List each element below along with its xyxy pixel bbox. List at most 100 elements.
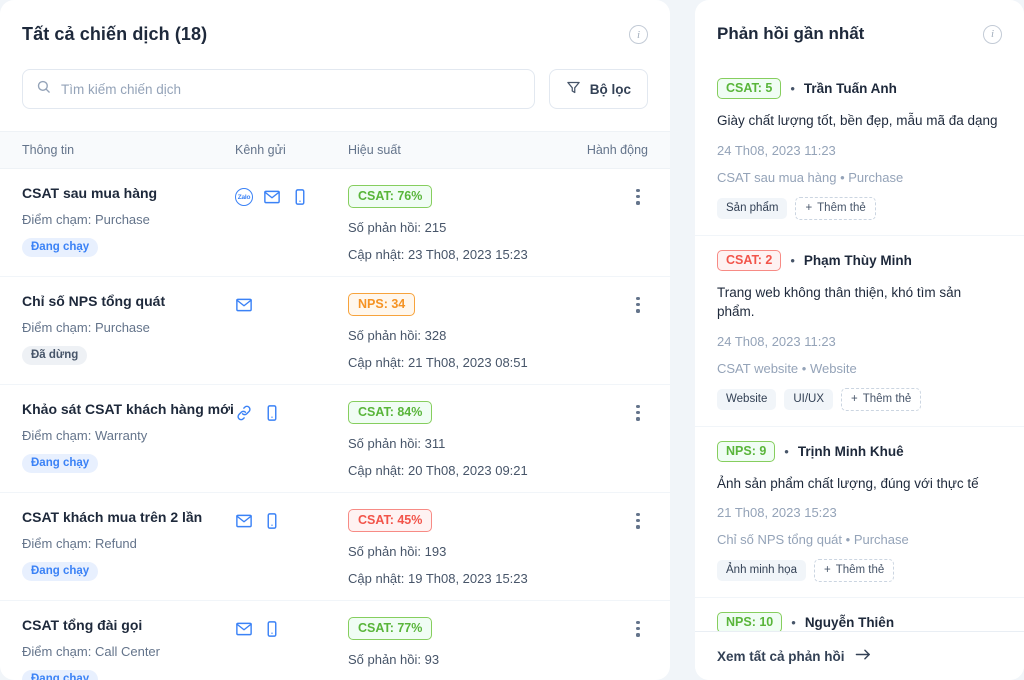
kebab-menu-icon[interactable] bbox=[628, 617, 648, 637]
feedback-date: 21 Th08, 2023 15:23 bbox=[717, 505, 1002, 520]
search-box[interactable] bbox=[22, 69, 535, 109]
feedback-comment: Giày chất lượng tốt, bền đẹp, mẫu mã đa … bbox=[717, 111, 1002, 131]
info-circle-icon[interactable]: i bbox=[629, 25, 648, 44]
separator-dot: • bbox=[790, 82, 795, 95]
feedback-campaign: CSAT sau mua hàng bbox=[717, 170, 836, 185]
performance-cell: CSAT: 76%Số phản hồi: 215Cập nhật: 23 Th… bbox=[348, 185, 582, 262]
feedback-source: Chỉ số NPS tổng quát • Purchase bbox=[717, 532, 1002, 547]
feedback-card-header: NPS: 10•Nguyễn Thiên bbox=[717, 612, 1002, 631]
see-all-feedback-link[interactable]: Xem tất cả phản hồi bbox=[717, 648, 1002, 664]
feedback-campaign: CSAT website bbox=[717, 361, 798, 376]
add-tag-button[interactable]: + Thêm thẻ bbox=[841, 388, 921, 411]
campaigns-table-body: CSAT sau mua hàng Điểm chạm: Purchase Đang… bbox=[0, 169, 670, 680]
performance-cell: NPS: 34 Số phản hồi: 328 Cập nhật: 21 Th08… bbox=[348, 293, 582, 370]
add-tag-label: Thêm thẻ bbox=[863, 393, 912, 405]
zalo-icon: Zalo bbox=[235, 188, 253, 206]
feedback-card-header: CSAT: 2•Phạm Thùy Minh bbox=[717, 250, 1002, 271]
performance-cell: CSAT: 45%Số phản hồi: 193Cập nhật: 19 Th… bbox=[348, 509, 582, 586]
channel-cell bbox=[235, 617, 348, 680]
sms-mobile-icon bbox=[263, 404, 281, 422]
feedback-touchpoint: Purchase bbox=[854, 532, 909, 547]
channel-icon-group bbox=[235, 401, 348, 422]
feedback-tag[interactable]: Sản phẩm bbox=[717, 198, 787, 219]
feedback-card[interactable]: NPS: 10•Nguyễn Thiên bbox=[695, 597, 1024, 631]
campaign-name: Khảo sát CSAT khách hàng mới bbox=[22, 401, 235, 417]
add-tag-label: Thêm thẻ bbox=[836, 564, 885, 576]
performance-cell: CSAT: 77%Số phản hồi: 93Cập nhật: 18 Th0… bbox=[348, 617, 582, 680]
feedback-title: Phản hồi gần nhất bbox=[717, 24, 864, 44]
feedback-footer: Xem tất cả phản hồi bbox=[695, 631, 1024, 680]
campaign-name: CSAT sau mua hàng bbox=[22, 185, 235, 201]
kebab-menu-icon[interactable] bbox=[628, 401, 648, 421]
table-row[interactable]: CSAT tổng đài gọiĐiểm chạm: Call CenterĐ… bbox=[0, 601, 670, 680]
action-cell bbox=[582, 401, 648, 478]
updated-at: Cập nhật: 21 Th08, 2023 08:51 bbox=[348, 355, 582, 370]
table-row[interactable]: Khảo sát CSAT khách hàng mớiĐiểm chạm: W… bbox=[0, 385, 670, 493]
feedback-card-list: CSAT: 5•Trần Tuấn AnhGiày chất lượng tốt… bbox=[695, 64, 1024, 631]
feedback-comment: Trang web không thân thiện, khó tìm sản … bbox=[717, 283, 1002, 322]
separator-dot: • bbox=[836, 170, 848, 185]
feedback-card[interactable]: CSAT: 5•Trần Tuấn AnhGiày chất lượng tốt… bbox=[695, 64, 1024, 235]
add-tag-button[interactable]: +Thêm thẻ bbox=[795, 197, 875, 220]
separator-dot: • bbox=[842, 532, 854, 547]
filter-button[interactable]: Bộ lọc bbox=[549, 69, 648, 109]
campaigns-header: Tất cả chiến dịch (18) i Bộ lọc bbox=[0, 0, 670, 109]
feedback-comment: Ảnh sản phẩm chất lượng, đúng với thực t… bbox=[717, 474, 1002, 494]
feedback-panel: Phản hồi gần nhất i CSAT: 5•Trần Tuấn An… bbox=[695, 0, 1024, 680]
feedback-tag[interactable]: UI/UX bbox=[784, 389, 833, 410]
metric-badge: CSAT: 45% bbox=[348, 509, 432, 532]
channel-cell bbox=[235, 293, 348, 370]
action-cell bbox=[582, 185, 648, 262]
score-badge: NPS: 10 bbox=[717, 612, 782, 631]
feedback-source: CSAT website • Website bbox=[717, 361, 1002, 376]
campaign-info-cell: CSAT tổng đài gọiĐiểm chạm: Call CenterĐ… bbox=[22, 617, 235, 680]
kebab-menu-icon[interactable] bbox=[628, 509, 648, 529]
table-row[interactable]: Chỉ số NPS tổng quátĐiểm chạm: PurchaseĐ… bbox=[0, 277, 670, 385]
score-badge: CSAT: 5 bbox=[717, 78, 781, 99]
feedback-date: 24 Th08, 2023 11:23 bbox=[717, 334, 1002, 349]
search-icon bbox=[36, 79, 51, 99]
add-tag-button[interactable]: + Thêm thẻ bbox=[814, 559, 894, 582]
score-badge: CSAT: 2 bbox=[717, 250, 781, 271]
feedback-touchpoint: Purchase bbox=[848, 170, 903, 185]
feedback-card[interactable]: NPS: 9•Trịnh Minh KhuêẢnh sản phẩm chất … bbox=[695, 426, 1024, 598]
add-tag-label: Thêm thẻ bbox=[817, 202, 866, 214]
table-row[interactable]: CSAT khách mua trên 2 lầnĐiểm chạm: Refu… bbox=[0, 493, 670, 601]
metric-badge: NPS: 34 bbox=[348, 293, 415, 316]
filter-funnel-icon bbox=[566, 80, 581, 98]
sms-mobile-icon bbox=[291, 188, 309, 206]
feedback-date: 24 Th08, 2023 11:23 bbox=[717, 143, 1002, 158]
search-input[interactable] bbox=[61, 82, 521, 97]
plus-icon: + bbox=[824, 564, 831, 576]
app-root: Tất cả chiến dịch (18) i Bộ lọc bbox=[0, 0, 1024, 680]
email-icon bbox=[235, 620, 253, 638]
email-icon bbox=[235, 512, 253, 530]
campaign-info-cell: CSAT khách mua trên 2 lầnĐiểm chạm: Refu… bbox=[22, 509, 235, 586]
action-cell bbox=[582, 509, 648, 586]
plus-icon: + bbox=[851, 393, 858, 405]
feedback-campaign: Chỉ số NPS tổng quát bbox=[717, 532, 842, 547]
feedback-tag[interactable]: Ảnh minh họa bbox=[717, 560, 806, 581]
column-header-action: Hành động bbox=[582, 143, 648, 157]
campaign-touchpoint: Điểm chạm: Purchase bbox=[22, 320, 235, 335]
channel-icon-group bbox=[235, 509, 348, 530]
info-circle-icon[interactable]: i bbox=[983, 25, 1002, 44]
updated-at: Cập nhật: 23 Th08, 2023 15:23 bbox=[348, 247, 582, 262]
feedback-tag[interactable]: Website bbox=[717, 389, 776, 410]
kebab-menu-icon[interactable] bbox=[628, 185, 648, 205]
campaign-name: CSAT tổng đài gọi bbox=[22, 617, 235, 633]
email-icon bbox=[263, 188, 281, 206]
status-badge: Đang chạy bbox=[22, 562, 98, 581]
feedback-source: CSAT sau mua hàng • Purchase bbox=[717, 170, 1002, 185]
feedback-header: Phản hồi gần nhất i bbox=[695, 0, 1024, 64]
kebab-menu-icon[interactable] bbox=[628, 293, 648, 313]
feedback-tag-group: Ảnh minh họa + Thêm thẻ bbox=[717, 559, 1002, 582]
response-count: Số phản hồi: 328 bbox=[348, 328, 582, 343]
metric-badge: CSAT: 84% bbox=[348, 401, 432, 424]
table-row[interactable]: CSAT sau mua hàngĐiểm chạm: PurchaseĐang… bbox=[0, 169, 670, 277]
search-toolbar: Bộ lọc bbox=[22, 69, 648, 109]
see-all-feedback-label: Xem tất cả phản hồi bbox=[717, 649, 845, 664]
campaign-info-cell: Chỉ số NPS tổng quátĐiểm chạm: PurchaseĐ… bbox=[22, 293, 235, 370]
feedback-card[interactable]: CSAT: 2•Phạm Thùy Minh Trang web không th… bbox=[695, 235, 1024, 426]
performance-cell: CSAT: 84%Số phản hồi: 311Cập nhật: 20 Th… bbox=[348, 401, 582, 478]
